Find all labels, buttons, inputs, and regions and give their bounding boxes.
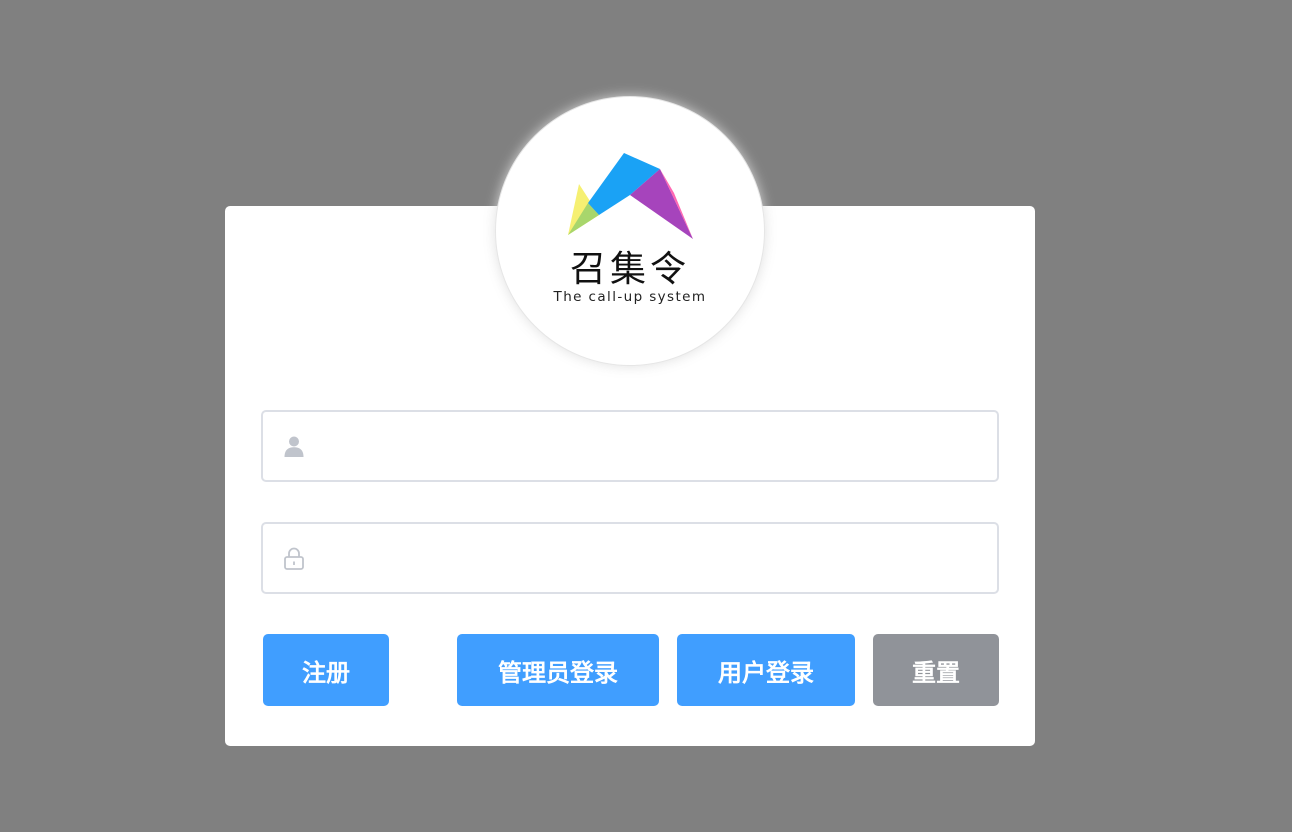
username-input[interactable] (319, 412, 985, 480)
lock-icon (284, 547, 304, 570)
password-field[interactable] (261, 522, 999, 594)
user-login-button[interactable]: 用户登录 (677, 634, 855, 706)
password-input[interactable] (319, 524, 985, 592)
logo: 召集令 The call-up system (495, 96, 765, 366)
username-field[interactable] (261, 410, 999, 482)
logo-subtitle: The call-up system (553, 289, 707, 305)
mountain-logo-icon (568, 153, 693, 239)
user-icon (284, 436, 304, 457)
register-button[interactable]: 注册 (263, 634, 389, 706)
reset-button[interactable]: 重置 (873, 634, 999, 706)
admin-login-button[interactable]: 管理员登录 (457, 634, 659, 706)
logo-title: 召集令 (569, 249, 690, 290)
